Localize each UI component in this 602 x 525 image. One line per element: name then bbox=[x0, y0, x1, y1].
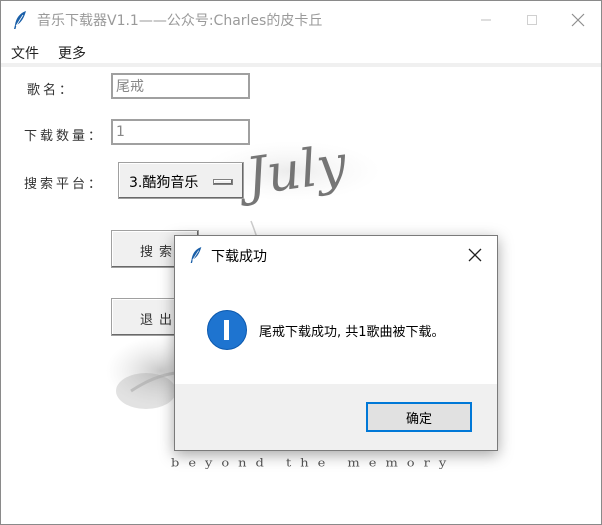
platform-select-value: 3.酷狗音乐 bbox=[129, 175, 199, 191]
platform-select[interactable]: 3.酷狗音乐 bbox=[118, 162, 244, 199]
dialog-title: 下载成功 bbox=[211, 249, 267, 265]
ok-button-label: 确定 bbox=[405, 411, 432, 427]
exit-button-label: 退出 bbox=[140, 313, 179, 328]
maximize-icon bbox=[527, 15, 537, 25]
close-button[interactable] bbox=[555, 1, 601, 39]
song-name-input[interactable] bbox=[111, 73, 250, 99]
menu-more[interactable]: 更多 bbox=[58, 43, 86, 63]
download-success-dialog: 下载成功 尾戒下载成功, 共1歌曲被下载。 确定 bbox=[174, 235, 498, 451]
art-caption: beyond the memory bbox=[171, 457, 456, 470]
minimize-button[interactable] bbox=[463, 1, 509, 39]
download-count-label: 下载数量： bbox=[24, 129, 105, 144]
song-name-label: 歌名： bbox=[27, 83, 76, 98]
ok-button[interactable]: 确定 bbox=[366, 402, 472, 432]
maximize-button[interactable] bbox=[509, 1, 555, 39]
search-button-label: 搜索 bbox=[140, 245, 179, 260]
minimize-icon bbox=[481, 19, 491, 21]
download-count-input[interactable] bbox=[111, 119, 250, 145]
main-window: 音乐下载器V1.1——公众号:Charles的皮卡丘 文件 更多 July be… bbox=[0, 0, 602, 525]
dialog-close-button[interactable] bbox=[453, 236, 497, 274]
feather-icon bbox=[190, 247, 202, 263]
dialog-message: 尾戒下载成功, 共1歌曲被下载。 bbox=[259, 325, 445, 340]
dialog-title-bar[interactable]: 下载成功 bbox=[175, 236, 497, 274]
menu-bar: 文件 更多 bbox=[1, 39, 601, 67]
close-icon bbox=[468, 248, 482, 262]
feather-icon bbox=[14, 11, 26, 29]
search-platform-label: 搜索平台： bbox=[24, 177, 105, 192]
window-title: 音乐下载器V1.1——公众号:Charles的皮卡丘 bbox=[37, 13, 323, 29]
option-menu-indicator-icon bbox=[213, 179, 233, 185]
close-icon bbox=[571, 13, 585, 27]
menu-file[interactable]: 文件 bbox=[11, 43, 39, 63]
info-icon bbox=[207, 310, 247, 350]
title-bar[interactable]: 音乐下载器V1.1——公众号:Charles的皮卡丘 bbox=[1, 1, 601, 39]
